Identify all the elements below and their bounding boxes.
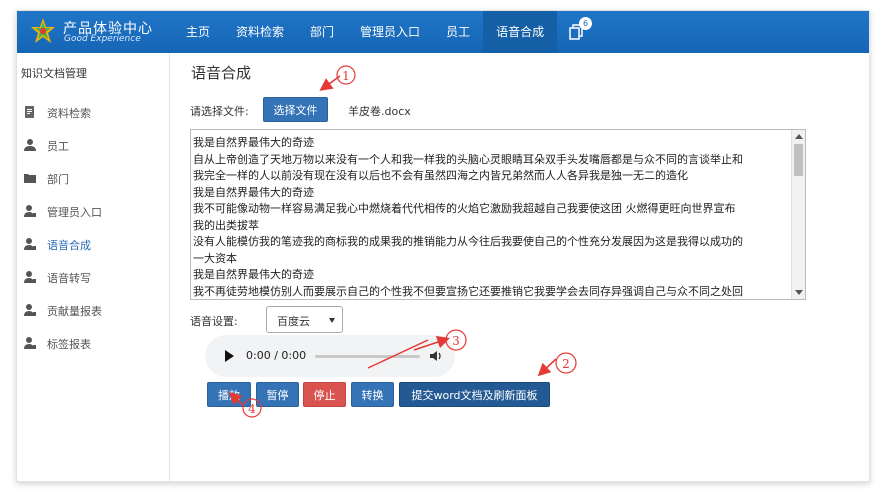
- stop-button[interactable]: 停止: [303, 382, 346, 407]
- sidebar-item-label: 部门: [47, 173, 69, 186]
- sidebar-item-department[interactable]: 部门: [23, 170, 163, 188]
- nav-item-search[interactable]: 资料检索: [223, 11, 297, 53]
- top-navbar: 产品体验中心 Good Experience 主页 资料检索 部门 管理员入口 …: [17, 11, 869, 53]
- nav-item-staff[interactable]: 员工: [433, 11, 483, 53]
- scroll-up-icon[interactable]: [795, 134, 803, 139]
- sidebar-item-contribution-report[interactable]: 贡献量报表: [23, 302, 163, 320]
- choose-file-button[interactable]: 选择文件: [263, 97, 328, 122]
- nav-item-speech-synthesis[interactable]: 语音合成: [483, 11, 558, 53]
- sidebar-item-label: 标签报表: [47, 338, 91, 351]
- main-panel: 语音合成 请选择文件: 选择文件 羊皮卷.docx 我是自然界最伟大的奇迹 自从…: [187, 53, 867, 481]
- document-icon: [25, 106, 34, 118]
- folder-icon: [24, 174, 36, 183]
- scroll-thumb[interactable]: [794, 144, 803, 176]
- nav-item-admin[interactable]: 管理员入口: [347, 11, 433, 53]
- voice-setting-label: 语音设置:: [190, 315, 238, 328]
- audio-progress-track[interactable]: [315, 355, 420, 358]
- volume-icon[interactable]: [429, 349, 443, 363]
- user-icon: [24, 139, 36, 151]
- text-content-area[interactable]: 我是自然界最伟大的奇迹 自从上帝创造了天地万物以来没有一个人和我一样我的头脑心灵…: [190, 129, 806, 300]
- voice-select-value: 百度云: [277, 315, 310, 328]
- sidebar-item-label: 贡献量报表: [47, 305, 102, 318]
- brand-subtitle: Good Experience: [64, 34, 141, 44]
- sidebar-item-label: 资料检索: [47, 107, 91, 120]
- file-name: 羊皮卷.docx: [348, 105, 411, 118]
- user-tie-icon: [24, 304, 36, 316]
- nav-notifications[interactable]: 6: [557, 11, 597, 53]
- sidebar-item-label: 员工: [47, 140, 69, 153]
- textarea-scrollbar[interactable]: [791, 130, 805, 299]
- sidebar-item-staff[interactable]: 员工: [23, 137, 163, 155]
- sidebar-item-label: 语音合成: [47, 239, 91, 252]
- sidebar-item-label: 管理员入口: [47, 206, 102, 219]
- sidebar-item-label: 语音转写: [47, 272, 91, 285]
- brand[interactable]: 产品体验中心 Good Experience: [29, 16, 179, 48]
- convert-button[interactable]: 转换: [351, 382, 394, 407]
- notification-badge: 6: [579, 17, 593, 30]
- play-icon[interactable]: [225, 350, 234, 362]
- voice-select[interactable]: 百度云: [266, 306, 343, 333]
- audio-time: 0:00 / 0:00: [246, 349, 307, 362]
- pause-button[interactable]: 暂停: [256, 382, 299, 407]
- sidebar-item-speech-synthesis[interactable]: 语音合成: [23, 236, 163, 254]
- brand-logo-icon: [31, 18, 55, 43]
- user-tie-icon: [24, 205, 36, 217]
- nav-item-home[interactable]: 主页: [173, 11, 223, 53]
- text-content: 我是自然界最伟大的奇迹 自从上帝创造了天地万物以来没有一个人和我一样我的头脑心灵…: [193, 136, 743, 297]
- nav-menu: 主页 资料检索 部门 管理员入口 员工 语音合成 6: [173, 11, 597, 53]
- submit-word-button[interactable]: 提交word文档及刷新面板: [399, 382, 550, 407]
- sidebar-title: 知识文档管理: [21, 67, 87, 80]
- scroll-down-icon[interactable]: [795, 290, 803, 295]
- file-label: 请选择文件:: [190, 105, 249, 118]
- user-tie-icon: [24, 271, 36, 283]
- app-window: 产品体验中心 Good Experience 主页 资料检索 部门 管理员入口 …: [16, 10, 870, 482]
- sidebar-item-tag-report[interactable]: 标签报表: [23, 335, 163, 353]
- audio-player: 0:00 / 0:00: [205, 335, 455, 377]
- sidebar-item-search[interactable]: 资料检索: [23, 104, 163, 122]
- sidebar-item-admin[interactable]: 管理员入口: [23, 203, 163, 221]
- page-title: 语音合成: [191, 64, 252, 82]
- chevron-down-icon: [329, 318, 335, 323]
- sidebar: 知识文档管理 资料检索 员工 部门 管理员入口 语音合成 语音转写 贡献量报表 …: [17, 53, 170, 481]
- sidebar-item-speech-transcription[interactable]: 语音转写: [23, 269, 163, 287]
- nav-item-department[interactable]: 部门: [297, 11, 347, 53]
- user-tie-icon: [24, 337, 36, 349]
- play-button[interactable]: 播放: [207, 382, 251, 407]
- user-tie-icon: [24, 238, 36, 250]
